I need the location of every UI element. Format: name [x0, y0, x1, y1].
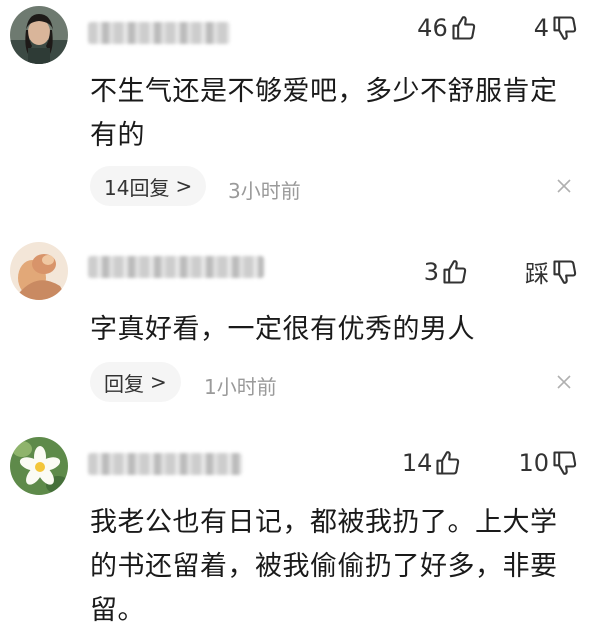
username-blurred[interactable]: [88, 22, 230, 44]
avatar-image: [10, 6, 68, 64]
avatar[interactable]: [10, 6, 68, 64]
vote-bar: 14 10: [402, 449, 579, 477]
chevron-right-icon: >: [175, 174, 193, 198]
comment-item: 3 踩 字真好看，一定很有优秀的男人 回复 > 1小时前: [0, 230, 591, 410]
avatar-image: [10, 437, 68, 495]
reply-button[interactable]: 14回复 >: [90, 166, 207, 206]
thumbs-up-icon: [436, 451, 460, 475]
vote-bar: 46 4: [417, 14, 579, 42]
comment-text: 不生气还是不够爱吧，多少不舒服肯定有的: [90, 76, 558, 151]
close-button[interactable]: [555, 373, 573, 391]
like-count: 46: [417, 14, 448, 42]
like-button[interactable]: 3: [424, 258, 469, 286]
username-blurred[interactable]: [88, 256, 264, 278]
timestamp: 3小时前: [228, 179, 301, 203]
comment-item: 14 10 我老公也有日记，都被我扔了。上大学的书还留着，被我偷偷扔了好多，非要…: [0, 425, 591, 626]
reply-label: 回复: [104, 371, 144, 396]
thumbs-up-icon: [443, 259, 467, 284]
timestamp: 1小时前: [204, 375, 277, 399]
close-button[interactable]: [555, 177, 573, 195]
thumbs-down-icon: [553, 451, 577, 475]
thumbs-up-icon: [452, 16, 475, 40]
thumbs-down-icon: [553, 16, 577, 40]
avatar-image: [10, 242, 68, 300]
dislike-count: 10: [518, 449, 549, 477]
close-icon: [557, 179, 571, 193]
reply-button[interactable]: 回复 >: [90, 362, 181, 402]
like-button[interactable]: 46: [417, 14, 478, 42]
avatar[interactable]: [10, 437, 68, 495]
dislike-button[interactable]: 4: [534, 14, 579, 42]
like-count: 14: [401, 449, 433, 477]
vote-bar: 3 踩: [424, 254, 579, 289]
avatar[interactable]: [10, 242, 68, 300]
comment-text: 字真好看，一定很有优秀的男人: [90, 314, 475, 345]
comment-item: 46 4 不生气还是不够爱吧，多少不舒服肯定有的 14回复 > 3小时前: [0, 0, 591, 210]
dislike-button[interactable]: 10: [518, 449, 579, 477]
chevron-right-icon: >: [150, 370, 167, 394]
reply-label: 14回复: [104, 175, 170, 200]
close-icon: [557, 375, 571, 389]
thumbs-down-icon: [553, 259, 577, 284]
like-button[interactable]: 14: [402, 449, 463, 477]
dislike-label: 踩: [525, 260, 549, 288]
dislike-count: 4: [533, 14, 549, 42]
comment-text: 我老公也有日记，都被我扔了。上大学的书还留着，被我偷偷扔了好多，非要留。: [90, 507, 558, 626]
like-count: 3: [423, 257, 439, 286]
username-blurred[interactable]: [88, 453, 242, 475]
dislike-button[interactable]: 踩: [525, 254, 579, 289]
